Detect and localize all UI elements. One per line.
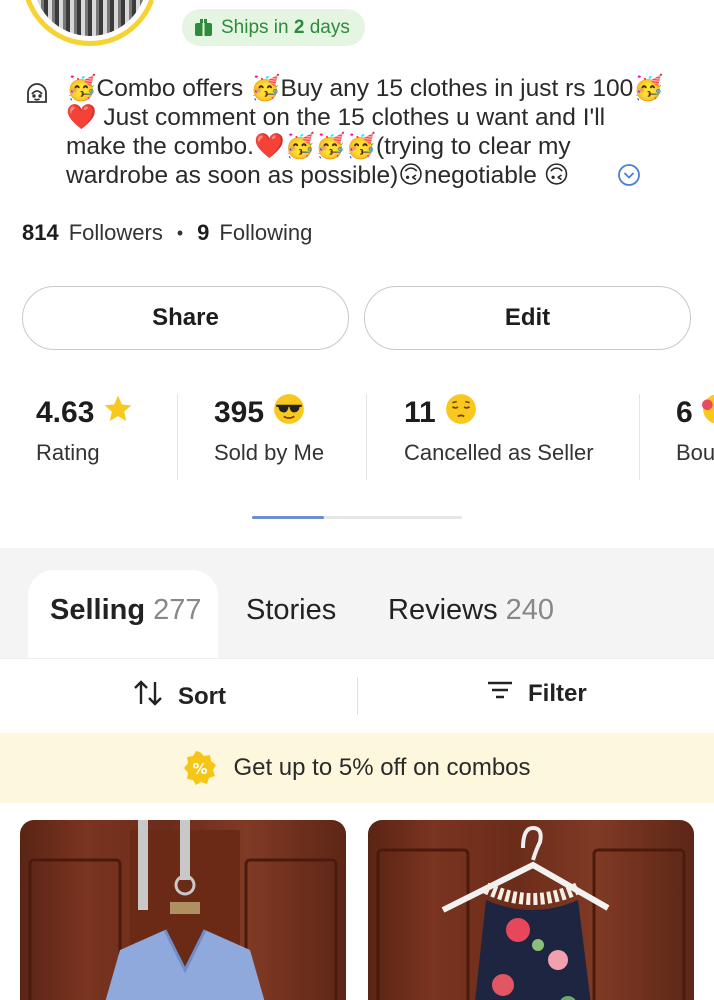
tab-reviews[interactable]: Reviews 240 xyxy=(388,594,554,627)
stat-rating: 4.63 Rating xyxy=(36,390,134,482)
following-count: 9 xyxy=(197,220,210,245)
sold-value: 395 xyxy=(214,396,265,429)
sold-label: Sold by Me xyxy=(214,440,325,465)
product-photo-shirt xyxy=(28,820,338,1000)
stat-bought: 6 Bou xyxy=(676,390,714,482)
ships-badge: Ships in 2 days xyxy=(182,9,365,46)
sort-button[interactable]: Sort xyxy=(132,679,226,714)
sort-divider xyxy=(357,677,358,715)
emoji-icon xyxy=(701,392,714,434)
separator-dot: • xyxy=(176,222,184,243)
sort-label: Sort xyxy=(178,682,226,710)
followers-count: 814 xyxy=(22,220,59,245)
product-photo-dress xyxy=(376,825,686,1000)
following-label[interactable]: Following xyxy=(219,220,312,246)
bio-person-icon xyxy=(24,80,50,106)
filter-button[interactable]: Filter xyxy=(486,679,587,708)
sort-filter-bar: Sort Filter xyxy=(0,658,714,732)
pensive-emoji-icon xyxy=(444,392,478,434)
rating-value: 4.63 xyxy=(36,396,95,429)
bought-label: Bou xyxy=(676,440,714,465)
scroll-thumb xyxy=(252,516,324,519)
edit-button[interactable]: Edit xyxy=(364,286,691,350)
expand-bio-icon[interactable] xyxy=(617,163,641,187)
combo-offer-banner[interactable]: % Get up to 5% off on combos xyxy=(0,733,714,803)
product-card[interactable] xyxy=(20,820,346,1000)
stat-divider xyxy=(639,394,640,480)
cancelled-value: 11 xyxy=(404,396,436,429)
avatar-ring xyxy=(22,0,158,46)
seller-avatar[interactable] xyxy=(22,0,176,46)
stats-scroll-indicator xyxy=(252,516,462,519)
tab-stories[interactable]: Stories xyxy=(246,594,336,627)
product-card[interactable] xyxy=(368,820,694,1000)
banner-text: Get up to 5% off on combos xyxy=(233,754,531,781)
tab-selling[interactable]: Selling 277 xyxy=(50,594,202,627)
avatar-photo xyxy=(33,0,147,36)
svg-text:%: % xyxy=(193,760,208,778)
stat-sold: 395 Sold by Me xyxy=(214,390,324,482)
discount-badge-icon: % xyxy=(183,751,217,785)
follow-stats: 814 Followers • 9 Following xyxy=(22,220,312,246)
star-icon xyxy=(102,393,134,433)
cancelled-label: Cancelled as Seller xyxy=(404,440,594,465)
share-button[interactable]: Share xyxy=(22,286,349,350)
ships-text: Ships in 2 days xyxy=(221,16,350,38)
rating-label: Rating xyxy=(36,440,100,465)
filter-icon xyxy=(486,679,514,708)
stat-divider xyxy=(177,394,178,480)
stat-divider xyxy=(366,394,367,480)
bought-value: 6 xyxy=(676,396,693,429)
followers-label[interactable]: Followers xyxy=(69,220,163,246)
package-icon xyxy=(194,18,213,37)
sort-icon xyxy=(132,679,164,714)
seller-bio: 🥳Combo offers 🥳Buy any 15 clothes in jus… xyxy=(66,75,664,189)
stat-cancelled: 11 Cancelled as Seller xyxy=(404,390,594,482)
filter-label: Filter xyxy=(528,679,587,707)
seller-stats: 4.63 Rating 395 Sold by Me 11 Cancelled … xyxy=(0,390,714,482)
sunglasses-emoji-icon xyxy=(272,392,306,434)
